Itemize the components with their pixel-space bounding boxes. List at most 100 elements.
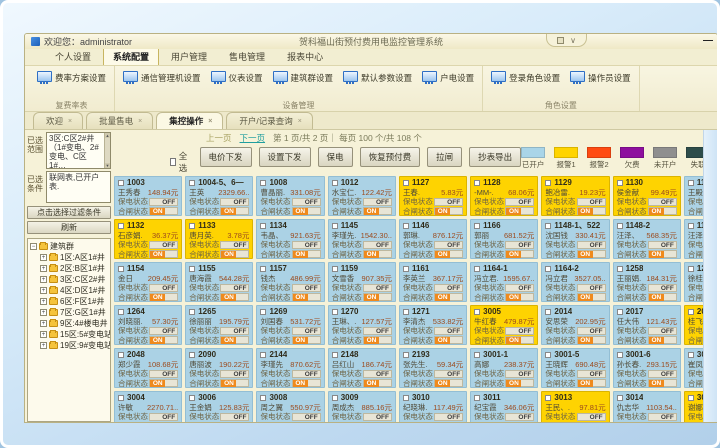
- switch-on-toggle[interactable]: ON: [434, 293, 463, 301]
- meter-card[interactable]: 3005牛红春479.87元保电状态OFF合闸状态ON: [470, 305, 538, 345]
- switch-on-toggle[interactable]: ON: [149, 250, 178, 258]
- expand-icon[interactable]: +: [40, 254, 47, 261]
- tree-item-7[interactable]: +15区:5#变电站（3…: [40, 329, 110, 340]
- ribbon-item-2-0[interactable]: 登录角色设置: [486, 71, 565, 85]
- protect-off-toggle[interactable]: OFF: [149, 327, 178, 335]
- meter-card[interactable]: 1161李英兰367.17元保电状态OFF合闸状态ON: [399, 262, 467, 302]
- minimize-button[interactable]: —: [703, 35, 713, 47]
- expand-icon[interactable]: +: [40, 298, 47, 305]
- vertical-scrollbar[interactable]: [703, 130, 717, 423]
- switch-on-toggle[interactable]: ON: [292, 250, 321, 258]
- switch-on-toggle[interactable]: ON: [505, 336, 534, 344]
- meter-card[interactable]: 1003王秀春148.94元保电状态OFF合闸状态ON: [114, 176, 182, 216]
- card-checkbox[interactable]: [403, 395, 409, 401]
- action-button-5[interactable]: 抄表导出: [469, 147, 521, 167]
- card-checkbox[interactable]: [189, 180, 195, 186]
- card-checkbox[interactable]: [260, 266, 266, 272]
- skin-switcher[interactable]: ∨: [546, 34, 587, 47]
- tab-3[interactable]: 开户/记录查询×: [226, 112, 312, 129]
- card-checkbox[interactable]: [118, 352, 124, 358]
- protect-off-toggle[interactable]: OFF: [648, 241, 677, 249]
- switch-on-toggle[interactable]: ON: [505, 379, 534, 387]
- meter-card[interactable]: 3014仇志华1103.54..保电状态OFF合闸状态ON: [613, 391, 681, 423]
- card-checkbox[interactable]: [332, 223, 338, 229]
- switch-on-toggle[interactable]: ON: [505, 422, 534, 423]
- switch-on-toggle[interactable]: ON: [577, 379, 606, 387]
- card-checkbox[interactable]: [617, 395, 623, 401]
- meter-card[interactable]: 1166郭丽681.52元保电状态OFF合闸状态ON: [470, 219, 538, 259]
- card-checkbox[interactable]: [474, 352, 480, 358]
- protect-off-toggle[interactable]: OFF: [292, 327, 321, 335]
- meter-card[interactable]: 2090唐丽波190.22元保电状态OFF合闸状态ON: [185, 348, 253, 388]
- protect-off-toggle[interactable]: OFF: [648, 413, 677, 421]
- card-checkbox[interactable]: [118, 266, 124, 272]
- select-all[interactable]: 全选: [170, 150, 190, 174]
- menu-item-0[interactable]: 个人设置: [45, 47, 101, 65]
- card-checkbox[interactable]: [688, 309, 694, 315]
- meter-card[interactable]: 1270王琳、.127.57元保电状态OFF合闸状态ON: [328, 305, 396, 345]
- meter-card[interactable]: 1012水宝仁.122.42元保电状态OFF合闸状态ON: [328, 176, 396, 216]
- action-button-3[interactable]: 恢复预付费: [360, 147, 421, 167]
- switch-on-toggle[interactable]: ON: [434, 207, 463, 215]
- protect-off-toggle[interactable]: OFF: [149, 370, 178, 378]
- switch-on-toggle[interactable]: ON: [363, 207, 392, 215]
- card-checkbox[interactable]: [189, 352, 195, 358]
- protect-off-toggle[interactable]: OFF: [648, 327, 677, 335]
- expand-icon[interactable]: +: [40, 265, 47, 272]
- collapse-icon[interactable]: −: [30, 243, 37, 250]
- switch-on-toggle[interactable]: ON: [648, 422, 677, 423]
- switch-on-toggle[interactable]: ON: [220, 422, 249, 423]
- meter-card[interactable]: 1128-MM-.68.06元保电状态OFF合闸状态ON: [470, 176, 538, 216]
- card-checkbox[interactable]: [474, 223, 480, 229]
- protect-off-toggle[interactable]: OFF: [577, 327, 606, 335]
- select-all-checkbox[interactable]: [170, 158, 176, 166]
- protect-off-toggle[interactable]: OFF: [434, 284, 463, 292]
- protect-off-toggle[interactable]: OFF: [292, 370, 321, 378]
- menu-item-3[interactable]: 售电管理: [219, 47, 275, 65]
- switch-on-toggle[interactable]: ON: [149, 207, 178, 215]
- card-checkbox[interactable]: [617, 223, 623, 229]
- tab-0[interactable]: 欢迎×: [33, 112, 83, 129]
- tab-close-icon[interactable]: ×: [68, 118, 72, 125]
- meter-card[interactable]: 1164-1冯立君.1595.67..保电状态OFF合闸状态ON: [470, 262, 538, 302]
- protect-off-toggle[interactable]: OFF: [505, 370, 534, 378]
- meter-card[interactable]: 3001-1高娜238.37元保电状态OFF合闸状态ON: [470, 348, 538, 388]
- refresh-button[interactable]: 刷新: [27, 221, 111, 234]
- meter-card[interactable]: 1164-2冯立君3527.05..保电状态OFF合闸状态ON: [541, 262, 609, 302]
- meter-card[interactable]: 2144李瑾先870.62元保电状态OFF合闸状态ON: [256, 348, 324, 388]
- meter-card[interactable]: 3004许敏2270.71..保电状态OFF合闸状态ON: [114, 391, 182, 423]
- skin-icon[interactable]: [557, 37, 564, 44]
- protect-off-toggle[interactable]: OFF: [149, 241, 178, 249]
- tab-close-icon[interactable]: ×: [298, 118, 302, 125]
- action-button-0[interactable]: 电价下发: [200, 147, 252, 167]
- switch-on-toggle[interactable]: ON: [363, 293, 392, 301]
- expand-icon[interactable]: +: [40, 320, 47, 327]
- card-checkbox[interactable]: [474, 266, 480, 272]
- card-checkbox[interactable]: [332, 395, 338, 401]
- card-checkbox[interactable]: [260, 395, 266, 401]
- meter-card[interactable]: 1265徐丽丽195.79元保电状态OFF合闸状态ON: [185, 305, 253, 345]
- protect-off-toggle[interactable]: OFF: [149, 198, 178, 206]
- ribbon-item-1-0[interactable]: 通信管理机设置: [118, 71, 206, 85]
- ribbon-item-1-2[interactable]: 建筑群设置: [268, 71, 339, 85]
- card-checkbox[interactable]: [189, 223, 195, 229]
- meter-card[interactable]: 1264刘晓丽.57.30元保电状态OFF合闸状态ON: [114, 305, 182, 345]
- ribbon-item-1-3[interactable]: 默认参数设置: [338, 71, 417, 85]
- meter-card[interactable]: 3006王金娟125.83元保电状态OFF合闸状态ON: [185, 391, 253, 423]
- card-checkbox[interactable]: [474, 180, 480, 186]
- switch-on-toggle[interactable]: ON: [149, 293, 178, 301]
- protect-off-toggle[interactable]: OFF: [648, 370, 677, 378]
- meter-card[interactable]: 1155唐海霞544.28元保电状态OFF合闸状态ON: [185, 262, 253, 302]
- ribbon-item-0-0[interactable]: 费率方案设置: [32, 71, 111, 85]
- protect-off-toggle[interactable]: OFF: [577, 241, 606, 249]
- card-checkbox[interactable]: [688, 266, 694, 272]
- card-checkbox[interactable]: [260, 309, 266, 315]
- meter-card[interactable]: 1127王春.5.83元保电状态OFF合闸状态ON: [399, 176, 467, 216]
- card-checkbox[interactable]: [545, 223, 551, 229]
- meter-card[interactable]: 3013王民、.97.81元保电状态OFF合闸状态ON: [541, 391, 609, 423]
- card-checkbox[interactable]: [474, 309, 480, 315]
- switch-on-toggle[interactable]: ON: [363, 250, 392, 258]
- tree-item-3[interactable]: +4区:D区1#井（D…: [40, 285, 110, 296]
- switch-on-toggle[interactable]: ON: [434, 422, 463, 423]
- switch-on-toggle[interactable]: ON: [648, 379, 677, 387]
